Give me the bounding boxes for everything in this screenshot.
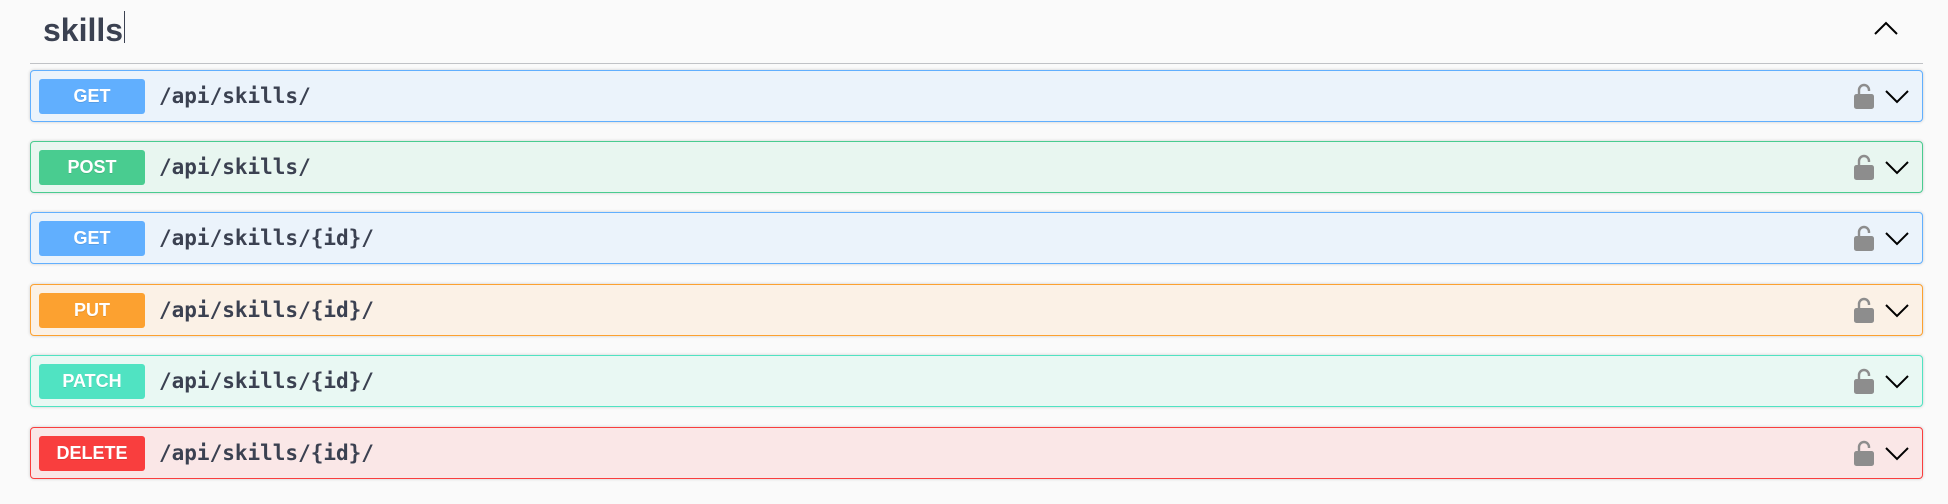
operation-row[interactable]: GET /api/skills/: [30, 70, 1923, 122]
unlocked-lock-icon: [1854, 225, 1874, 251]
expand-operation-button[interactable]: [1884, 373, 1910, 389]
operation-row[interactable]: PATCH /api/skills/{id}/: [30, 355, 1923, 407]
method-badge: POST: [39, 149, 145, 185]
chevron-down-icon: [1885, 447, 1909, 461]
section-title: skills: [43, 9, 126, 48]
method-badge: PUT: [39, 292, 145, 328]
chevron-down-icon: [1885, 161, 1909, 175]
operation-path: /api/skills/: [159, 84, 311, 108]
collapse-section-button[interactable]: [1869, 14, 1903, 42]
expand-operation-button[interactable]: [1884, 88, 1910, 104]
method-badge: PATCH: [39, 363, 145, 399]
operation-row[interactable]: GET /api/skills/{id}/: [30, 212, 1923, 264]
authorize-lock-button[interactable]: [1854, 154, 1874, 180]
authorize-lock-button[interactable]: [1854, 440, 1874, 466]
expand-operation-button[interactable]: [1884, 230, 1910, 246]
operation-actions: [1854, 213, 1910, 263]
operation-row[interactable]: PUT /api/skills/{id}/: [30, 284, 1923, 336]
authorize-lock-button[interactable]: [1854, 83, 1874, 109]
authorize-lock-button[interactable]: [1854, 225, 1874, 251]
operation-actions: [1854, 356, 1910, 406]
operation-actions: [1854, 142, 1910, 192]
expand-operation-button[interactable]: [1884, 159, 1910, 175]
unlocked-lock-icon: [1854, 297, 1874, 323]
text-caret: [124, 11, 126, 43]
authorize-lock-button[interactable]: [1854, 297, 1874, 323]
operation-path: /api/skills/{id}/: [159, 441, 374, 465]
chevron-down-icon: [1885, 232, 1909, 246]
operation-path: /api/skills/{id}/: [159, 298, 374, 322]
section-title-text: skills: [43, 12, 124, 48]
chevron-up-icon: [1874, 21, 1898, 35]
chevron-down-icon: [1885, 375, 1909, 389]
method-badge: GET: [39, 78, 145, 114]
method-badge: GET: [39, 220, 145, 256]
operation-path: /api/skills/{id}/: [159, 369, 374, 393]
section-header[interactable]: skills: [30, 0, 1923, 64]
method-badge: DELETE: [39, 435, 145, 471]
operation-actions: [1854, 71, 1910, 121]
expand-operation-button[interactable]: [1884, 302, 1910, 318]
operation-row[interactable]: DELETE /api/skills/{id}/: [30, 427, 1923, 479]
authorize-lock-button[interactable]: [1854, 368, 1874, 394]
unlocked-lock-icon: [1854, 83, 1874, 109]
operation-path: /api/skills/{id}/: [159, 226, 374, 250]
operation-actions: [1854, 428, 1910, 478]
unlocked-lock-icon: [1854, 440, 1874, 466]
expand-operation-button[interactable]: [1884, 445, 1910, 461]
chevron-down-icon: [1885, 304, 1909, 318]
operation-path: /api/skills/: [159, 155, 311, 179]
operation-row[interactable]: POST /api/skills/: [30, 141, 1923, 193]
operation-actions: [1854, 285, 1910, 335]
chevron-down-icon: [1885, 90, 1909, 104]
unlocked-lock-icon: [1854, 368, 1874, 394]
unlocked-lock-icon: [1854, 154, 1874, 180]
